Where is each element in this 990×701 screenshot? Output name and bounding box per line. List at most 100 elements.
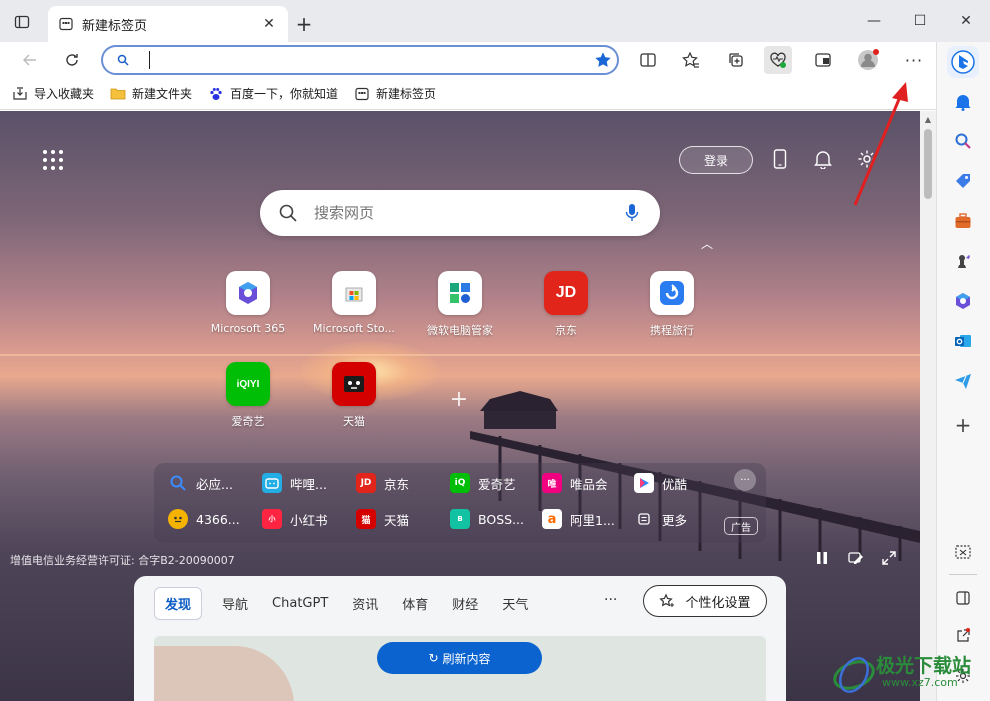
tile-iqiyi[interactable]: iQIYI 爱奇艺	[200, 362, 296, 442]
scrollbar-thumb[interactable]	[924, 129, 932, 199]
personalize-label: 个性化设置	[685, 595, 751, 611]
minimize-button[interactable]: —	[860, 8, 888, 34]
watermark-logo-icon	[833, 657, 875, 693]
quicklinks-more-button[interactable]: ···	[734, 469, 756, 491]
quicklink-item[interactable]: 哔哩...	[262, 473, 327, 493]
tile-label: 天猫	[343, 415, 365, 428]
tools-briefcase-icon[interactable]	[951, 209, 975, 233]
new-tab-button[interactable]: +	[292, 12, 316, 36]
tab-news[interactable]: 资讯	[352, 594, 378, 613]
mobile-icon[interactable]	[768, 147, 792, 171]
add-shortcut-button[interactable]: +	[447, 389, 471, 413]
tile-pc-manager[interactable]: 微软电脑管家	[412, 271, 508, 351]
address-input[interactable]	[149, 51, 589, 69]
tile-jd[interactable]: JD 京东	[518, 271, 614, 351]
tab-sports[interactable]: 体育	[402, 594, 428, 613]
personalize-button[interactable]: 个性化设置	[643, 585, 767, 617]
games-chess-icon[interactable]	[951, 249, 975, 273]
quicklink-item[interactable]: 4366...	[168, 509, 240, 529]
screenshot-capture-icon[interactable]	[951, 540, 975, 564]
maximize-button[interactable]: ☐	[906, 8, 934, 34]
browser-essentials-icon[interactable]	[764, 46, 792, 74]
ctrip-logo-icon	[650, 271, 694, 315]
quicklink-item[interactable]: 猫 天猫	[356, 509, 409, 529]
quicklink-item[interactable]: 必应...	[168, 473, 233, 493]
page-scrollbar[interactable]: ▲	[920, 111, 936, 701]
newtab-page-icon	[58, 16, 74, 32]
favorites-icon[interactable]	[677, 46, 705, 74]
favorite-item-newtab[interactable]: 新建标签页	[354, 85, 436, 102]
microsoft-365-icon[interactable]	[951, 289, 975, 313]
refresh-button[interactable]	[58, 46, 86, 74]
refresh-content-button[interactable]: ↻ 刷新内容	[377, 642, 542, 674]
favorite-item-import[interactable]: 导入收藏夹	[12, 85, 94, 102]
address-bar[interactable]	[101, 45, 619, 75]
tab-discover[interactable]: 发现	[154, 587, 203, 620]
pause-background-icon[interactable]	[812, 548, 832, 568]
quicklink-item[interactable]: 小 小红书	[262, 509, 328, 529]
quicklink-item[interactable]: a 阿里1...	[542, 509, 615, 529]
tab-finance[interactable]: 财经	[452, 594, 478, 613]
tile-label: Microsoft 365	[210, 322, 286, 335]
youku-logo-icon	[634, 473, 654, 493]
xiaohongshu-logo-icon: 小	[262, 509, 282, 529]
quicklink-item[interactable]: 唯 唯品会	[542, 473, 608, 493]
refresh-content-label: 刷新内容	[442, 651, 491, 666]
profile-avatar[interactable]	[854, 46, 882, 74]
pc-manager-icon	[438, 271, 482, 315]
fullscreen-expand-icon[interactable]	[879, 548, 899, 568]
feed-card-image	[154, 646, 294, 701]
tile-microsoft-store[interactable]: Microsoft Sto...	[306, 271, 402, 351]
edit-background-icon[interactable]	[846, 548, 866, 568]
microphone-icon[interactable]	[622, 203, 642, 223]
tile-tmall[interactable]: 天猫	[306, 362, 402, 442]
back-button[interactable]	[16, 46, 44, 74]
quicklink-label: 唯品会	[570, 476, 608, 492]
tab-weather[interactable]: 天气	[502, 594, 528, 613]
tile-ctrip[interactable]: 携程旅行	[624, 271, 720, 351]
hide-sidebar-icon[interactable]	[951, 586, 975, 610]
web-search-input[interactable]	[314, 204, 622, 222]
copilot-bing-icon[interactable]	[947, 46, 979, 78]
feed-more-button[interactable]: ···	[604, 592, 617, 608]
quicklink-item[interactable]: iQ 爱奇艺	[450, 473, 516, 493]
tab-actions-button[interactable]	[12, 12, 32, 32]
tile-microsoft-365[interactable]: Microsoft 365	[200, 271, 296, 351]
new-tab-page: 登录 ︿ Microsoft 365 Microsoft Sto...	[0, 111, 936, 701]
collapse-chevron-icon[interactable]: ︿	[700, 235, 714, 251]
close-window-button[interactable]: ✕	[952, 8, 980, 34]
close-icon[interactable]: ✕	[260, 15, 278, 33]
ad-badge[interactable]: 广告	[724, 517, 758, 535]
scroll-up-icon[interactable]: ▲	[923, 115, 933, 125]
tmall-logo-icon: 猫	[356, 509, 376, 529]
web-capture-icon[interactable]	[809, 46, 837, 74]
split-screen-icon[interactable]	[634, 46, 662, 74]
tab-new-tab[interactable]: 新建标签页 ✕	[48, 6, 288, 42]
notifications-icon[interactable]	[951, 90, 975, 114]
tab-chatgpt[interactable]: ChatGPT	[272, 596, 328, 611]
favorite-item-folder[interactable]: 新建文件夹	[110, 85, 192, 102]
tab-navigation[interactable]: 导航	[222, 594, 248, 613]
quicklink-item[interactable]: 优酷	[634, 473, 687, 493]
settings-more-button[interactable]: ···	[900, 46, 928, 74]
collections-icon[interactable]	[722, 46, 750, 74]
quicklink-item[interactable]: 更多	[634, 509, 687, 529]
bilibili-icon	[262, 473, 282, 493]
quicklink-item[interactable]: B BOSS...	[450, 509, 524, 529]
login-button[interactable]: 登录	[679, 146, 753, 174]
tile-label: 京东	[555, 324, 577, 337]
alibaba-logo-icon: a	[542, 509, 562, 529]
search-icon[interactable]	[951, 129, 975, 153]
favorite-item-baidu[interactable]: 百度一下，你就知道	[208, 85, 338, 102]
shopping-tag-icon[interactable]	[951, 169, 975, 193]
edge-sidebar: +	[936, 42, 990, 701]
favorite-star-icon[interactable]	[589, 47, 617, 73]
add-sidebar-app-icon[interactable]: +	[951, 413, 975, 437]
apps-grid-button[interactable]	[42, 149, 64, 171]
send-paper-plane-icon[interactable]	[951, 369, 975, 393]
quicklink-item[interactable]: JD 京东	[356, 473, 409, 493]
more-apps-icon	[634, 509, 654, 529]
web-search-box[interactable]	[260, 190, 660, 236]
outlook-icon[interactable]	[951, 329, 975, 353]
notification-bell-icon[interactable]	[811, 147, 835, 171]
